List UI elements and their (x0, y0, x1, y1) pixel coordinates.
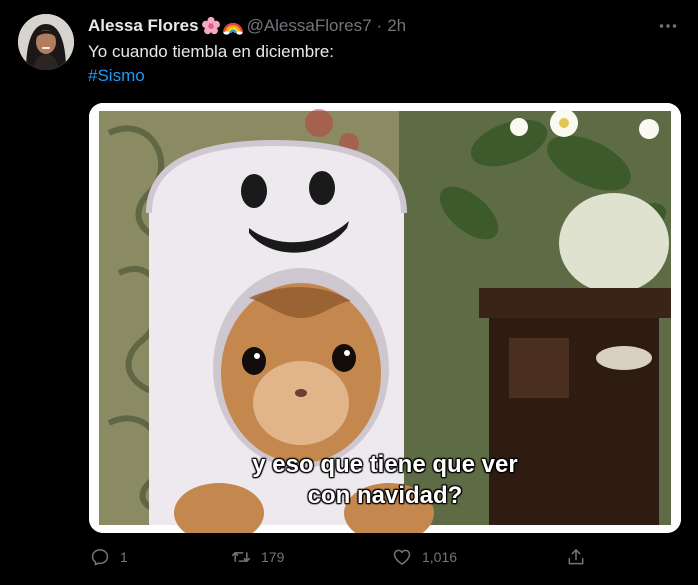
meme-caption: y eso que tiene que ver con navidad? (89, 449, 681, 511)
heart-icon (393, 549, 411, 565)
meme-caption-line-1: y eso que tiene que ver (252, 451, 518, 478)
cherry-blossom-icon (201, 16, 221, 36)
share-icon (568, 549, 584, 565)
tweet-timestamp[interactable]: 2h (387, 16, 406, 36)
tweet-text: Yo cuando tiembla en diciembre: #Sismo (88, 40, 334, 88)
tweet-media[interactable]: y eso que tiene que ver con navidad? (89, 103, 681, 533)
retweet-button[interactable]: 179 (231, 540, 284, 574)
tweet-body: Yo cuando tiembla en diciembre: (88, 42, 335, 61)
retweet-icon (231, 552, 251, 562)
share-button[interactable] (566, 540, 586, 574)
more-icon (659, 24, 677, 28)
like-count: 1,016 (422, 549, 458, 565)
tweet: Alessa Flores @AlessaFlores7 · 2h Yo cua… (0, 0, 698, 585)
rainbow-icon (222, 16, 243, 36)
author-handle[interactable]: @AlessaFlores7 (247, 16, 372, 36)
author-name[interactable]: Alessa Flores (88, 16, 199, 36)
like-button[interactable]: 1,016 (392, 540, 457, 574)
hashtag-link[interactable]: #Sismo (88, 64, 334, 88)
separator-dot: · (376, 16, 383, 35)
retweet-count: 179 (261, 549, 285, 565)
avatar-image (18, 14, 74, 70)
tweet-actions: 1 179 1,016 (0, 540, 698, 574)
tweet-header: Alessa Flores @AlessaFlores7 · 2h (88, 15, 406, 37)
meme-caption-line-2: con navidad? (307, 482, 463, 509)
reply-count: 1 (120, 549, 128, 565)
avatar[interactable] (18, 14, 74, 70)
reply-button[interactable]: 1 (90, 540, 128, 574)
reply-icon (91, 549, 109, 566)
more-options-button[interactable] (656, 15, 680, 37)
